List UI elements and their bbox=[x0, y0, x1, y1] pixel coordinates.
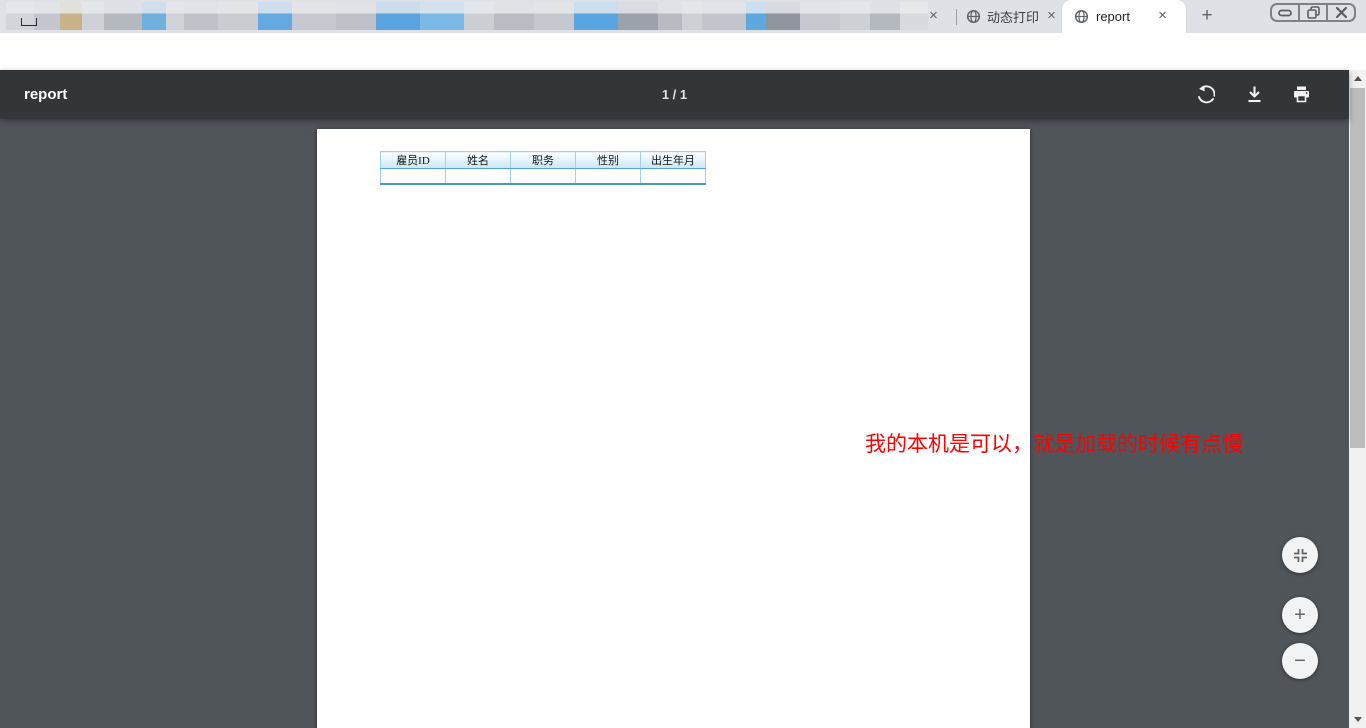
fit-page-button[interactable] bbox=[1282, 537, 1318, 573]
globe-icon bbox=[966, 9, 981, 24]
redacted-tab-block bbox=[702, 2, 746, 30]
col-header-position: 职务 bbox=[510, 151, 576, 169]
rotate-icon[interactable] bbox=[1196, 85, 1215, 104]
minimize-button[interactable] bbox=[1272, 5, 1300, 20]
window-controls bbox=[1270, 3, 1356, 22]
report-table: 雇员ID 姓名 职务 性别 出生年月 bbox=[380, 151, 706, 185]
redacted-tab-block bbox=[60, 2, 82, 30]
close-window-button[interactable] bbox=[1328, 5, 1354, 20]
zoom-out-button[interactable]: − bbox=[1282, 643, 1318, 679]
vertical-scrollbar[interactable] bbox=[1349, 70, 1366, 728]
annotation-text: 我的本机是可以，就是加载的时候有点慢 bbox=[865, 433, 1243, 456]
fit-page-icon bbox=[1293, 548, 1307, 562]
redacted-tab-block bbox=[376, 2, 420, 30]
tab-title: 动态打印 bbox=[987, 10, 1040, 25]
scroll-up-button[interactable] bbox=[1349, 70, 1366, 87]
redacted-tabs-region[interactable] bbox=[6, 2, 928, 30]
pdf-viewer-canvas: 雇员ID 姓名 职务 性别 出生年月 + − bbox=[0, 119, 1349, 728]
close-tab-icon[interactable]: × bbox=[1154, 8, 1171, 25]
tab-separator bbox=[956, 9, 957, 25]
redacted-tab-block bbox=[574, 2, 618, 30]
globe-icon bbox=[1074, 9, 1089, 24]
redacted-tab-block bbox=[746, 2, 766, 30]
redacted-tab-block bbox=[292, 2, 336, 30]
restore-button[interactable] bbox=[1300, 5, 1328, 20]
redacted-tab-block bbox=[534, 2, 574, 30]
restore-icon bbox=[1306, 6, 1320, 19]
redacted-tab-block bbox=[82, 2, 104, 30]
table-row bbox=[380, 168, 706, 185]
redacted-tab-block bbox=[494, 2, 534, 30]
col-header-employee-id: 雇员ID bbox=[380, 151, 446, 169]
redacted-tab-block bbox=[900, 2, 928, 30]
redacted-tab-block bbox=[800, 2, 840, 30]
browser-tab-bar: × 动态打印 × report × + bbox=[0, 0, 1366, 33]
redacted-tab-block bbox=[618, 2, 658, 30]
close-tab-icon[interactable]: × bbox=[1043, 8, 1060, 25]
new-tab-button[interactable]: + bbox=[1196, 6, 1218, 28]
tab-title: report bbox=[1096, 9, 1130, 24]
close-window-icon bbox=[1335, 6, 1347, 19]
zoom-in-button[interactable]: + bbox=[1282, 597, 1318, 633]
redacted-tab-block bbox=[142, 2, 166, 30]
download-icon[interactable] bbox=[1245, 85, 1264, 104]
minimize-icon bbox=[1278, 9, 1292, 16]
redacted-tab-block bbox=[840, 2, 870, 30]
redacted-tab-block bbox=[766, 2, 800, 30]
minus-icon: − bbox=[1294, 650, 1306, 672]
redacted-tab-block bbox=[682, 2, 702, 30]
table-header-row: 雇员ID 姓名 职务 性别 出生年月 bbox=[380, 151, 706, 169]
scroll-down-button[interactable] bbox=[1349, 711, 1366, 728]
redacted-tab-block bbox=[34, 2, 60, 30]
redacted-tab-block bbox=[184, 2, 218, 30]
redacted-tab-block bbox=[658, 2, 682, 30]
redacted-tab-block bbox=[870, 2, 900, 30]
redacted-tab-block bbox=[420, 2, 464, 30]
browser-toolbar: localhost:8075/webroot/decision/view/rep… bbox=[0, 33, 1366, 99]
redacted-tab-block bbox=[166, 2, 184, 30]
scrollbar-thumb[interactable] bbox=[1350, 88, 1365, 448]
redacted-tab-block bbox=[218, 2, 258, 30]
close-tab-icon[interactable]: × bbox=[925, 8, 942, 25]
redacted-tab-block bbox=[336, 2, 376, 30]
table-cell bbox=[380, 168, 446, 185]
col-header-name: 姓名 bbox=[445, 151, 511, 169]
col-header-birthdate: 出生年月 bbox=[640, 151, 706, 169]
redacted-tab-block bbox=[104, 2, 142, 30]
pdf-toolbar: report 1 / 1 bbox=[0, 70, 1349, 119]
table-cell bbox=[640, 168, 706, 185]
table-cell bbox=[445, 168, 511, 185]
triangle-up-icon bbox=[1353, 76, 1362, 81]
page-indicator: 1 / 1 bbox=[661, 87, 688, 102]
redacted-tab-block bbox=[258, 2, 292, 30]
tab-report-active[interactable]: report × bbox=[1062, 0, 1186, 33]
table-cell bbox=[575, 168, 641, 185]
print-icon[interactable] bbox=[1292, 85, 1311, 104]
redaction-artifact bbox=[21, 18, 37, 26]
tab-dongtai-print[interactable]: 动态打印 × bbox=[962, 0, 1062, 33]
redacted-tab-block bbox=[464, 2, 494, 30]
triangle-down-icon bbox=[1353, 717, 1362, 722]
table-cell bbox=[510, 168, 576, 185]
plus-icon: + bbox=[1294, 604, 1306, 626]
col-header-gender: 性别 bbox=[575, 151, 641, 169]
